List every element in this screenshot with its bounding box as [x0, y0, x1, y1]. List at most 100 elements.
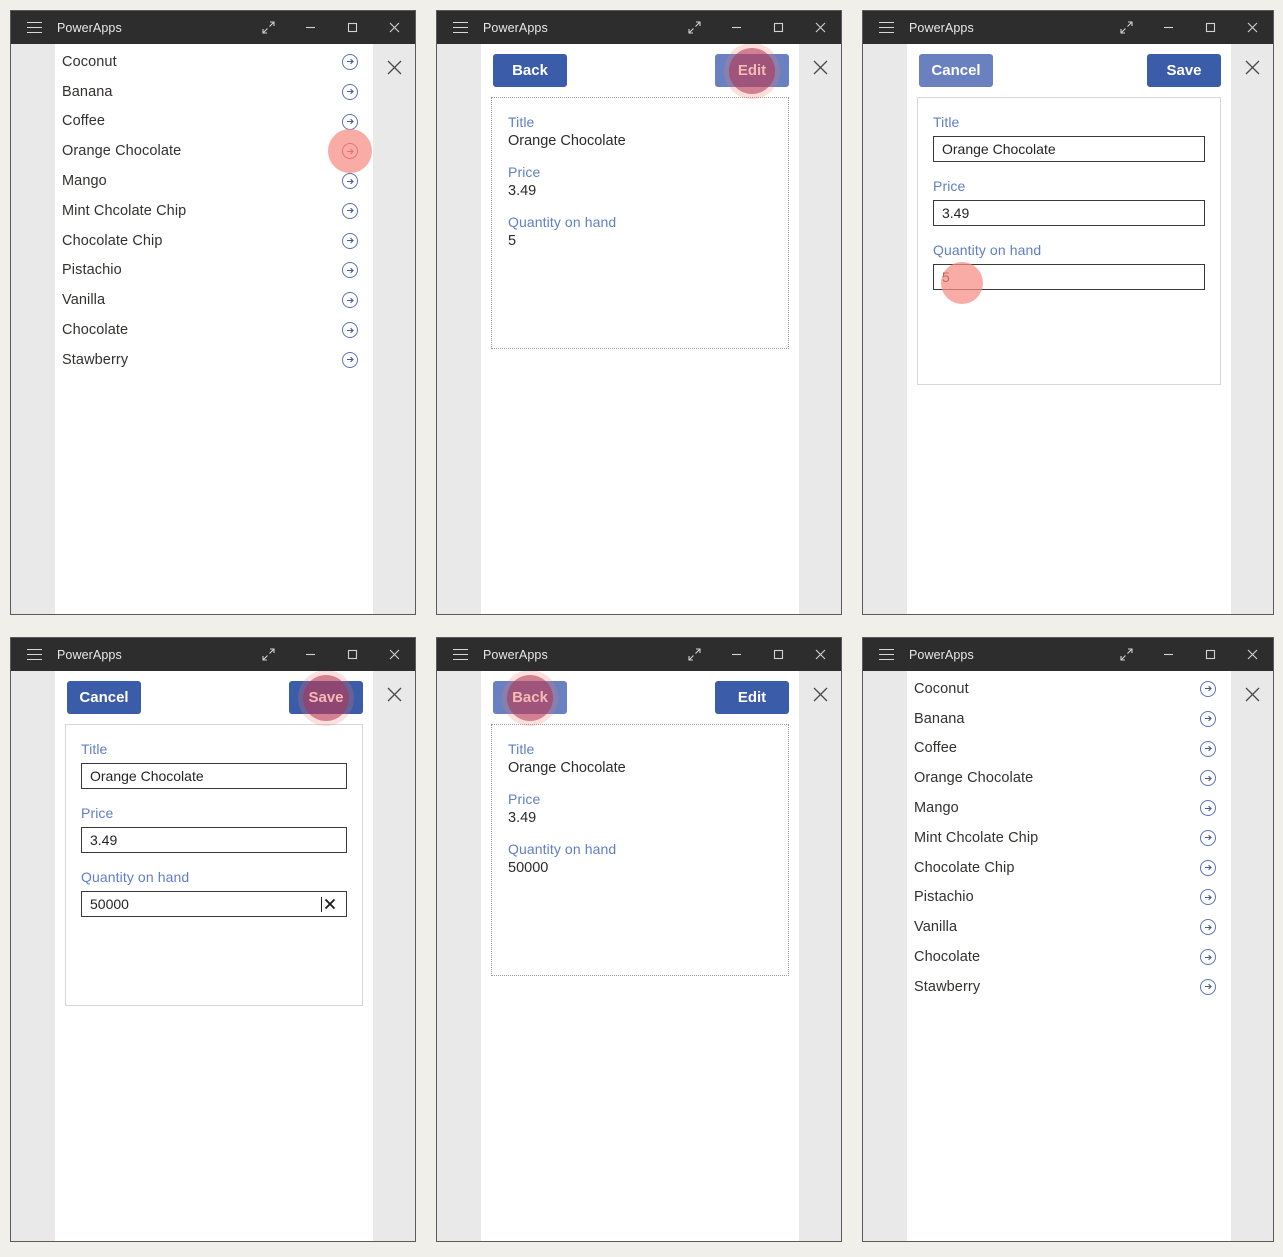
list-item[interactable]: Coconut: [55, 47, 373, 77]
quantity-input[interactable]: 50000: [81, 891, 347, 917]
expand-icon[interactable]: [673, 638, 715, 671]
arrow-right-circle-icon[interactable]: [1193, 793, 1223, 823]
app-close-icon[interactable]: [381, 54, 407, 80]
arrow-right-circle-icon[interactable]: [1193, 674, 1223, 704]
right-gutter: [799, 44, 841, 614]
arrow-right-circle-icon[interactable]: [328, 129, 372, 174]
close-icon[interactable]: [799, 11, 841, 44]
right-gutter: [1231, 44, 1273, 614]
save-button[interactable]: Save: [1147, 54, 1221, 87]
arrow-right-circle-icon[interactable]: [335, 345, 365, 375]
app-close-icon[interactable]: [1239, 681, 1265, 707]
arrow-right-circle-icon[interactable]: [335, 196, 365, 226]
quantity-input[interactable]: 5: [933, 264, 1205, 290]
close-icon[interactable]: [799, 638, 841, 671]
list-item[interactable]: Pistachio: [55, 256, 373, 286]
list-item[interactable]: Chocolate Chip: [907, 853, 1231, 883]
list-item-orange-chocolate[interactable]: Orange Chocolate: [55, 129, 373, 174]
arrow-right-circle-icon[interactable]: [335, 315, 365, 345]
app-close-icon[interactable]: [381, 681, 407, 707]
cancel-button[interactable]: Cancel: [919, 54, 993, 87]
app-close-icon[interactable]: [807, 54, 833, 80]
price-input[interactable]: 3.49: [933, 200, 1205, 226]
list-item[interactable]: Pistachio: [907, 883, 1231, 913]
title-group: Title Orange Chocolate: [933, 114, 1205, 162]
arrow-right-circle-icon[interactable]: [1193, 912, 1223, 942]
app-close-icon[interactable]: [1239, 54, 1265, 80]
arrow-right-circle-icon[interactable]: [1193, 853, 1223, 883]
app-close-icon[interactable]: [807, 681, 833, 707]
maximize-icon[interactable]: [757, 638, 799, 671]
arrow-right-circle-icon[interactable]: [335, 166, 365, 196]
hamburger-menu-icon[interactable]: [11, 638, 57, 671]
hamburger-menu-icon[interactable]: [437, 11, 483, 44]
expand-icon[interactable]: [247, 11, 289, 44]
list-item[interactable]: Coconut: [907, 674, 1231, 704]
hamburger-menu-icon[interactable]: [863, 638, 909, 671]
maximize-icon[interactable]: [331, 638, 373, 671]
list-item[interactable]: Coffee: [907, 734, 1231, 764]
edit-button[interactable]: Edit: [715, 681, 789, 714]
hamburger-menu-icon[interactable]: [437, 638, 483, 671]
minimize-icon[interactable]: [715, 11, 757, 44]
list-item[interactable]: Chocolate: [907, 942, 1231, 972]
close-icon[interactable]: [1231, 11, 1273, 44]
maximize-icon[interactable]: [331, 11, 373, 44]
hamburger-menu-icon[interactable]: [863, 11, 909, 44]
list-item[interactable]: Chocolate Chip: [55, 226, 373, 256]
list-item[interactable]: Coffee: [55, 107, 373, 137]
arrow-right-circle-icon[interactable]: [335, 107, 365, 137]
edit-button-label: Edit: [737, 62, 767, 79]
maximize-icon[interactable]: [757, 11, 799, 44]
list-item[interactable]: Banana: [907, 704, 1231, 734]
list-item[interactable]: Vanilla: [907, 912, 1231, 942]
list-item[interactable]: Chocolate: [55, 315, 373, 345]
list-item[interactable]: Banana: [55, 77, 373, 107]
arrow-right-circle-icon[interactable]: [1193, 942, 1223, 972]
expand-icon[interactable]: [247, 638, 289, 671]
minimize-icon[interactable]: [1147, 638, 1189, 671]
arrow-right-circle-icon[interactable]: [1193, 763, 1223, 793]
arrow-right-circle-icon[interactable]: [1193, 734, 1223, 764]
arrow-right-circle-icon[interactable]: [335, 47, 365, 77]
arrow-right-circle-icon[interactable]: [335, 226, 365, 256]
save-button[interactable]: Save: [289, 671, 363, 726]
back-button[interactable]: Back: [493, 671, 567, 726]
close-icon[interactable]: [373, 638, 415, 671]
app-body: Cancel Save Title Orange Chocolate Price: [11, 671, 415, 1241]
back-button[interactable]: Back: [493, 54, 567, 87]
expand-icon[interactable]: [673, 11, 715, 44]
minimize-icon[interactable]: [289, 11, 331, 44]
arrow-right-circle-icon[interactable]: [335, 77, 365, 107]
title-input[interactable]: Orange Chocolate: [81, 763, 347, 789]
cancel-button[interactable]: Cancel: [67, 681, 141, 714]
title-input[interactable]: Orange Chocolate: [933, 136, 1205, 162]
minimize-icon[interactable]: [715, 638, 757, 671]
arrow-right-circle-icon[interactable]: [335, 255, 365, 285]
maximize-icon[interactable]: [1189, 638, 1231, 671]
list-item[interactable]: Stawberry: [907, 972, 1231, 1002]
edit-button[interactable]: Edit: [715, 44, 789, 99]
hamburger-menu-icon[interactable]: [11, 11, 57, 44]
arrow-right-circle-icon[interactable]: [1193, 882, 1223, 912]
arrow-right-circle-icon[interactable]: [1193, 704, 1223, 734]
list-item[interactable]: Mint Chcolate Chip: [907, 823, 1231, 853]
price-input[interactable]: 3.49: [81, 827, 347, 853]
list-item[interactable]: Mango: [55, 166, 373, 196]
list-item[interactable]: Vanilla: [55, 285, 373, 315]
minimize-icon[interactable]: [289, 638, 331, 671]
close-icon[interactable]: [373, 11, 415, 44]
close-icon[interactable]: [1231, 638, 1273, 671]
list-item[interactable]: Mango: [907, 793, 1231, 823]
arrow-right-circle-icon[interactable]: [1193, 972, 1223, 1002]
maximize-icon[interactable]: [1189, 11, 1231, 44]
list-item[interactable]: Mint Chcolate Chip: [55, 196, 373, 226]
arrow-right-circle-icon[interactable]: [335, 285, 365, 315]
list-item-orange-chocolate[interactable]: Orange Chocolate: [907, 763, 1231, 793]
clear-x-icon[interactable]: [322, 896, 338, 912]
expand-icon[interactable]: [1105, 11, 1147, 44]
list-item[interactable]: Stawberry: [55, 345, 373, 375]
minimize-icon[interactable]: [1147, 11, 1189, 44]
expand-icon[interactable]: [1105, 638, 1147, 671]
arrow-right-circle-icon[interactable]: [1193, 823, 1223, 853]
